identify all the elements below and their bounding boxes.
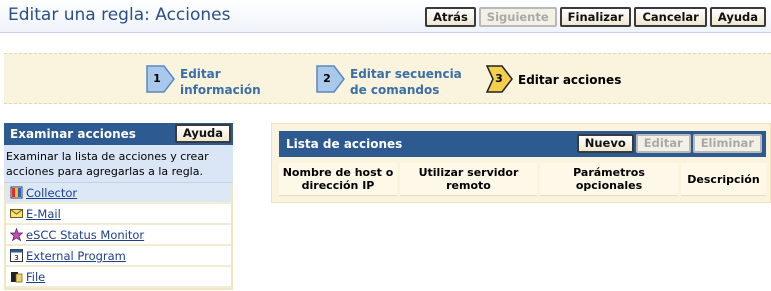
status-monitor-icon — [9, 227, 24, 242]
column-params-line2: opcionales — [575, 179, 643, 192]
action-link-file[interactable]: File — [26, 270, 45, 284]
step-edit-command-sequence[interactable]: 2 Editar secuencia de comandos — [316, 64, 470, 98]
list-item-file[interactable]: File — [6, 267, 231, 288]
action-list-header: Lista de acciones Nuevo Editar Eliminar — [279, 131, 766, 157]
wizard-steps: 1 Editar información 2 Editar secuencia … — [4, 53, 771, 104]
svg-text:3: 3 — [14, 254, 18, 262]
step-1-number: 1 — [153, 72, 161, 85]
action-link-external-program[interactable]: External Program — [26, 249, 126, 263]
step-1-label-line1: Editar — [180, 67, 221, 81]
action-list-title: Lista de acciones — [286, 137, 403, 151]
column-host-line1: Nombre de host o — [282, 166, 394, 179]
step-2-label-line2: de comandos — [350, 83, 440, 97]
page-title: Editar una regla: Acciones — [8, 5, 231, 25]
browse-actions-header: Examinar acciones Ayuda — [4, 123, 233, 145]
cancel-button[interactable]: Cancelar — [634, 7, 707, 27]
delete-button[interactable]: Eliminar — [692, 134, 762, 153]
list-item-collector[interactable]: Collector — [6, 183, 231, 204]
column-remote-line2: remoto — [446, 179, 491, 192]
step-3-number: 3 — [495, 72, 503, 85]
page-header: Editar una regla: Acciones Atrás Siguien… — [0, 0, 771, 33]
browse-actions-title: Examinar acciones — [10, 127, 136, 141]
wizard-toolbar: Atrás Siguiente Finalizar Cancelar Ayuda — [425, 7, 766, 27]
step-1-label-line2: información — [180, 83, 261, 97]
list-item-escc-status-monitor[interactable]: eSCC Status Monitor — [6, 225, 231, 246]
action-table-header: Nombre de host o dirección IP Utilizar s… — [279, 163, 766, 196]
column-params-line1: Parámetros — [573, 166, 645, 179]
step-3-chevron-icon: 3 — [484, 64, 514, 94]
action-link-collector[interactable]: Collector — [26, 186, 77, 200]
action-list-toolbar: Nuevo Editar Eliminar — [576, 134, 762, 153]
browse-actions-description: Examinar la lista de acciones y crear ac… — [4, 145, 233, 183]
collector-icon — [10, 186, 23, 199]
column-header-host[interactable]: Nombre de host o dirección IP — [279, 163, 397, 196]
finish-button[interactable]: Finalizar — [559, 7, 632, 27]
action-link-escc-status-monitor[interactable]: eSCC Status Monitor — [26, 228, 144, 242]
edit-button[interactable]: Editar — [635, 134, 691, 153]
column-host-line2: dirección IP — [301, 179, 375, 192]
help-button[interactable]: Ayuda — [709, 7, 766, 27]
next-button[interactable]: Siguiente — [478, 7, 557, 27]
panel-help-button[interactable]: Ayuda — [174, 124, 231, 143]
step-2-number: 2 — [323, 72, 331, 85]
column-description-label: Descripción — [687, 172, 760, 186]
list-item-email[interactable]: E-Mail — [6, 204, 231, 225]
column-header-optional-params[interactable]: Parámetros opcionales — [540, 163, 678, 196]
column-remote-line1: Utilizar servidor — [418, 166, 519, 179]
step-2-chevron-icon: 2 — [316, 64, 346, 94]
browse-actions-panel: Examinar acciones Ayuda Examinar la list… — [4, 123, 233, 290]
back-button[interactable]: Atrás — [425, 7, 476, 27]
program-icon: 3 — [10, 249, 23, 262]
step-edit-information[interactable]: 1 Editar información — [146, 64, 300, 98]
step-2-label-line1: Editar secuencia — [350, 67, 462, 81]
action-link-email[interactable]: E-Mail — [26, 207, 61, 221]
step-3-label: Editar acciones — [518, 73, 622, 87]
step-1-chevron-icon: 1 — [146, 64, 176, 94]
list-item-external-program[interactable]: 3 External Program — [6, 246, 231, 267]
action-type-list: Collector E-Mail eSCC Status Monitor 3 E… — [4, 183, 233, 290]
new-button[interactable]: Nuevo — [576, 134, 634, 153]
column-header-description[interactable]: Descripción — [681, 163, 766, 196]
file-icon — [10, 270, 23, 283]
step-edit-actions: 3 Editar acciones — [484, 64, 638, 94]
action-list-panel: Lista de acciones Nuevo Editar Eliminar … — [271, 123, 771, 203]
envelope-icon — [10, 207, 23, 220]
column-header-remote-server[interactable]: Utilizar servidor remoto — [400, 163, 537, 196]
